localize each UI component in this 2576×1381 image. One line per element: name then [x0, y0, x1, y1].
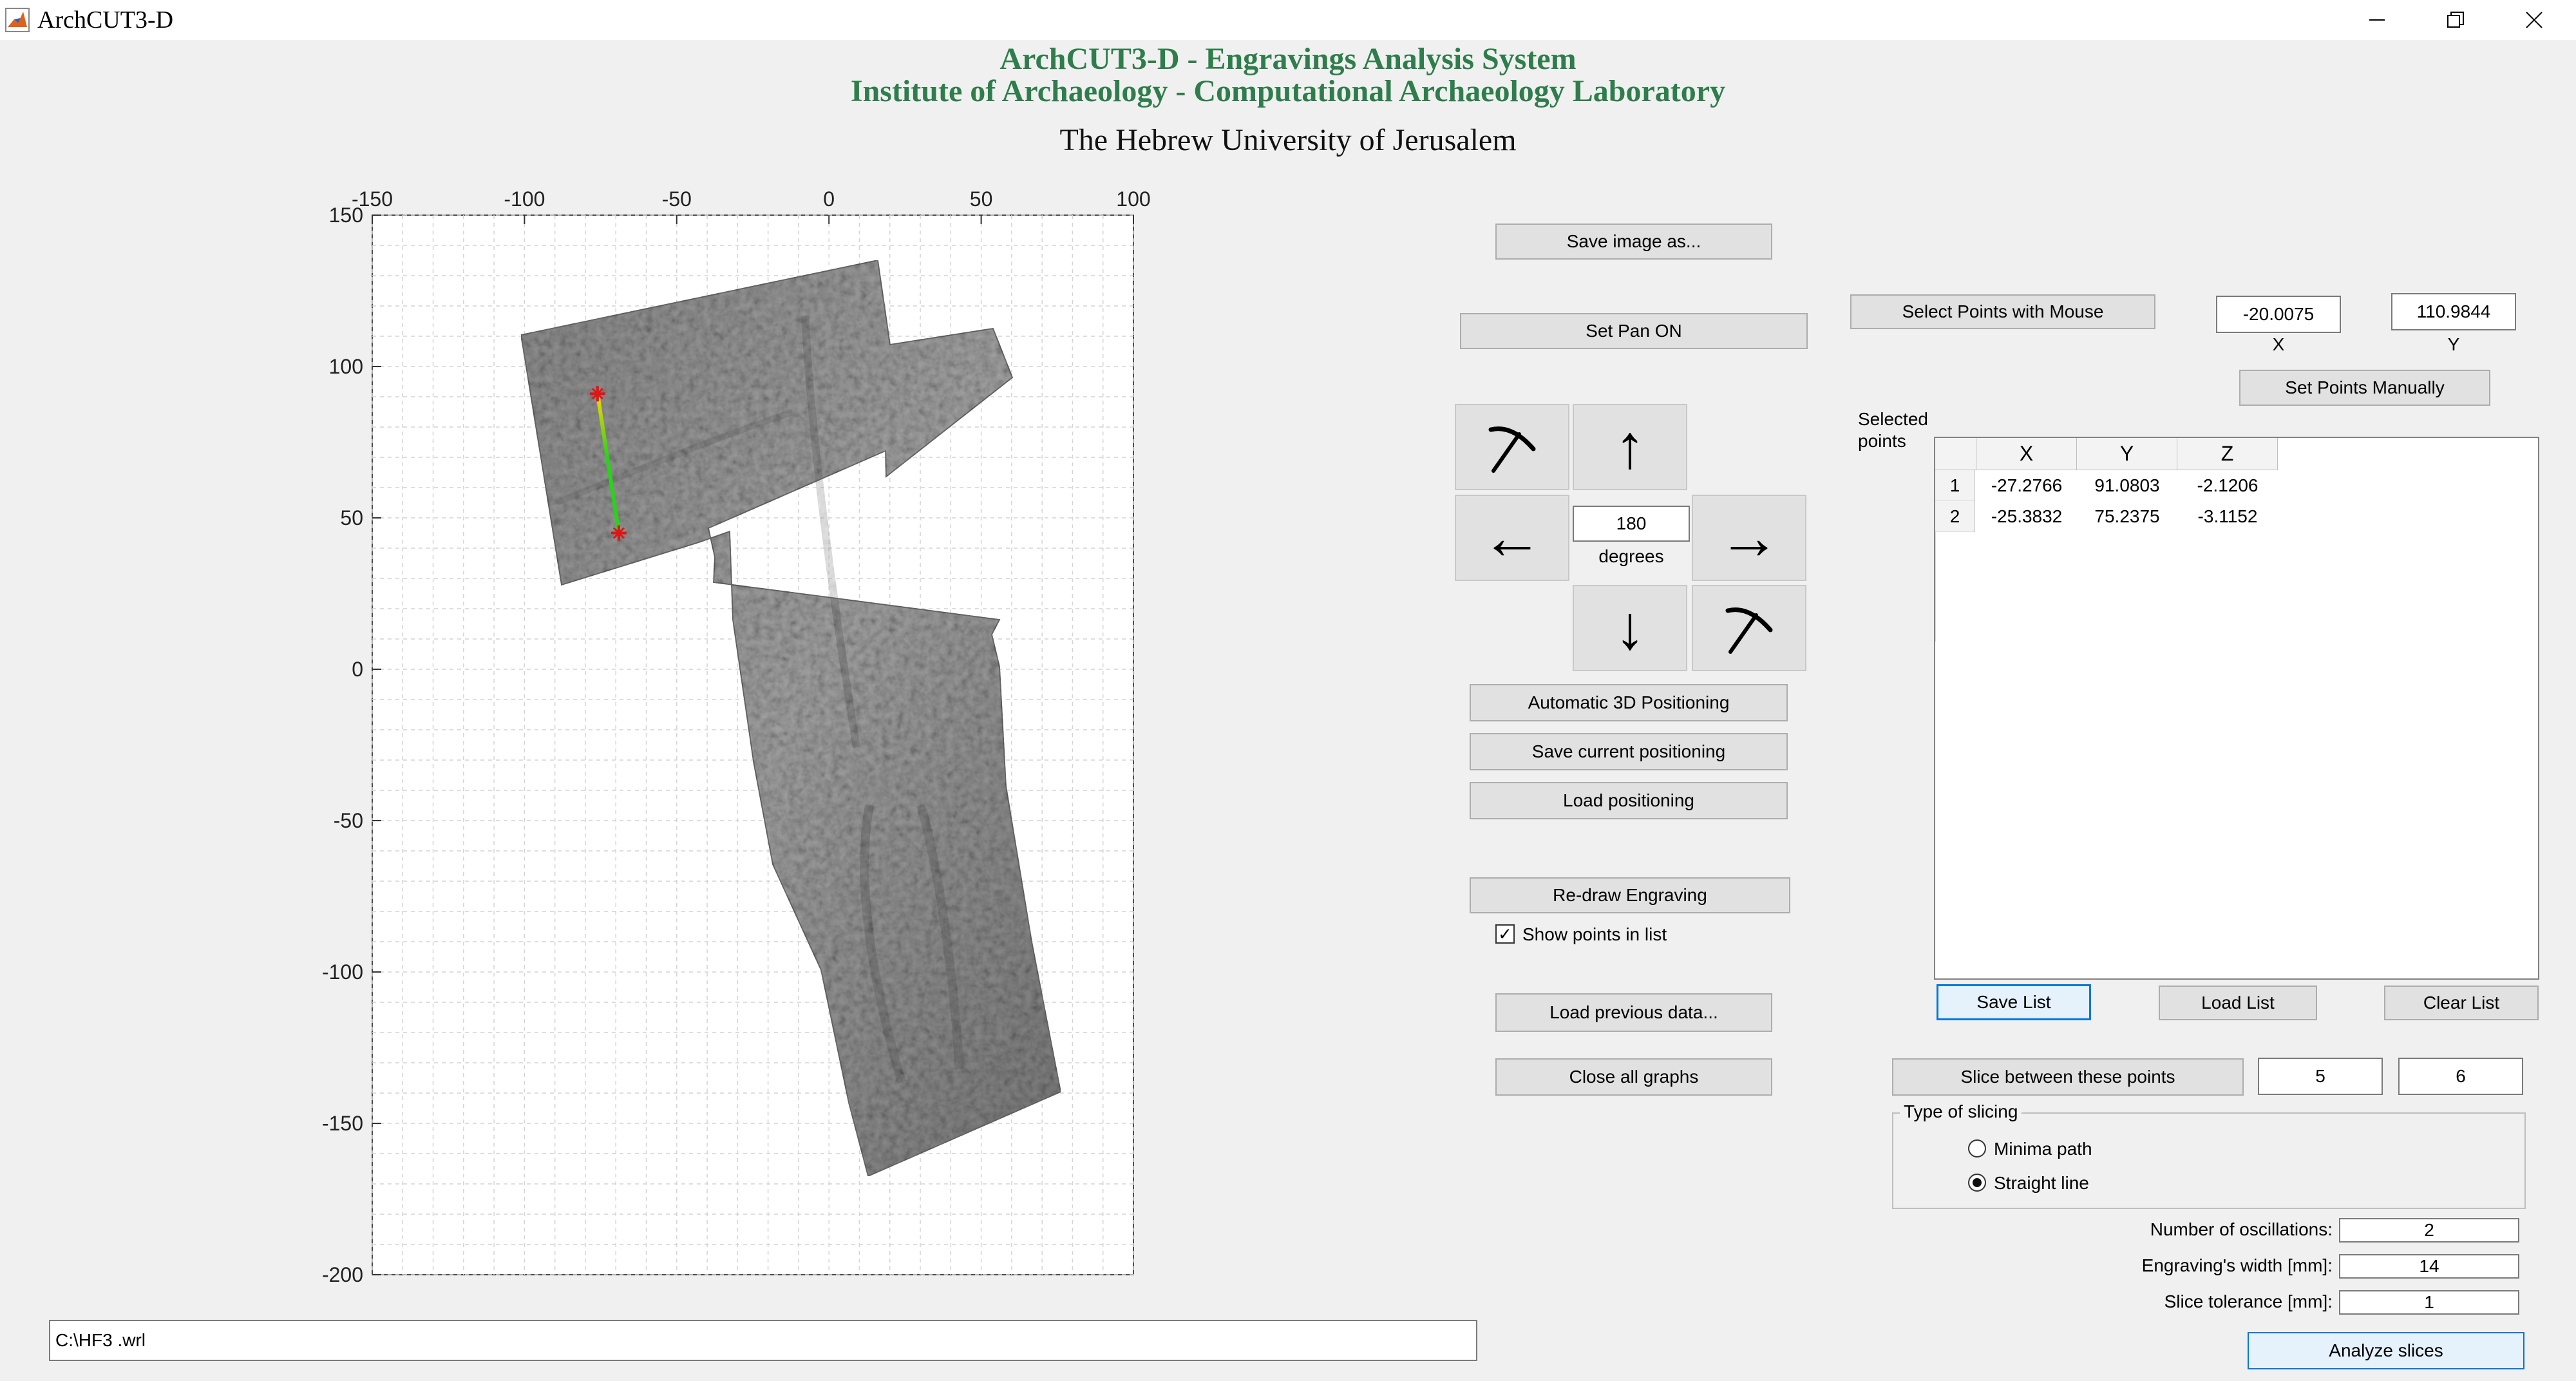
minimize-button[interactable] — [2338, 0, 2416, 40]
engraving-width-label: Engraving's width [mm]: — [2141, 1255, 2333, 1275]
engraving-width-input[interactable]: 14 — [2339, 1254, 2519, 1279]
degrees-label: degrees — [1598, 546, 1664, 566]
matlab-logo-icon — [5, 8, 30, 32]
x-tick-label: -50 — [662, 187, 692, 211]
table-corner — [1935, 438, 1976, 470]
save-image-button[interactable]: Save image as... — [1495, 224, 1772, 260]
slice-tolerance-label: Slice tolerance [mm]: — [2164, 1291, 2333, 1311]
x-tick-label: 0 — [823, 187, 835, 211]
move-up-button[interactable]: ↑ — [1573, 404, 1687, 490]
clear-list-button[interactable]: Clear List — [2384, 986, 2539, 1020]
minima-path-label: Minima path — [1994, 1139, 2092, 1159]
selected-points-table[interactable]: X Y Z 1 -27.2766 91.0803 -2.1206 2 -25.3… — [1934, 437, 2539, 980]
slicing-type-title: Type of slicing — [1900, 1103, 2022, 1121]
oscillations-label: Number of oscillations: — [2150, 1219, 2333, 1239]
straight-line-label: Straight line — [1994, 1173, 2089, 1193]
title-bar — [0, 0, 2576, 40]
minima-path-radio[interactable] — [1968, 1139, 1986, 1157]
file-path-field[interactable]: C:\HF3 .wrl — [49, 1320, 1477, 1361]
degrees-input[interactable]: 180 — [1573, 506, 1690, 542]
select-points-mouse-button[interactable]: Select Points with Mouse — [1850, 294, 2155, 329]
rotate-ccw-button[interactable] — [1455, 404, 1569, 490]
restore-button[interactable] — [2416, 0, 2495, 40]
slice-tolerance-input[interactable]: 1 — [2339, 1290, 2519, 1315]
y-tick-label: 50 — [340, 506, 363, 529]
x-tick-label: 50 — [970, 187, 993, 211]
minimize-icon — [2369, 19, 2385, 21]
table-cell[interactable]: 75.2375 — [2077, 501, 2177, 532]
table-cell[interactable]: 91.0803 — [2077, 470, 2177, 501]
analyze-slices-button[interactable]: Analyze slices — [2248, 1332, 2524, 1369]
close-button[interactable] — [2495, 0, 2573, 40]
pickaxe-icon — [1488, 426, 1536, 473]
rotate-cw-button[interactable] — [1692, 585, 1806, 671]
save-positioning-button[interactable]: Save current positioning — [1470, 733, 1788, 770]
slicing-type-group — [1892, 1112, 2526, 1209]
set-points-manually-button[interactable]: Set Points Manually — [2239, 370, 2490, 406]
restore-icon — [2447, 12, 2464, 28]
y-tick-label: 0 — [352, 658, 363, 681]
x-tick-label: 100 — [1116, 187, 1150, 211]
x-coordinate-label: X — [2272, 334, 2285, 354]
y-tick-label: -50 — [334, 809, 363, 832]
y-tick-label: -200 — [322, 1263, 363, 1286]
auto-3d-positioning-button[interactable]: Automatic 3D Positioning — [1470, 684, 1788, 721]
arrow-up-icon: ↑ — [1615, 412, 1645, 481]
move-right-button[interactable]: → — [1692, 495, 1806, 581]
y-tick-label: -150 — [322, 1112, 363, 1135]
table-cell[interactable]: -3.1152 — [2177, 501, 2278, 532]
institute-heading: Institute of Archaeology - Computational… — [850, 74, 1726, 108]
x-tick-label: -100 — [504, 187, 545, 211]
arrow-down-icon: ↓ — [1615, 593, 1645, 662]
slice-between-points-button[interactable]: Slice between these points — [1892, 1058, 2244, 1096]
column-header-x[interactable]: X — [1976, 438, 2077, 470]
show-points-checkbox[interactable]: ✓ — [1495, 924, 1515, 944]
window-title: ArchCUT3-D — [37, 6, 174, 33]
selected-points-label-2: points — [1858, 431, 1906, 451]
selected-points-label: Selected — [1858, 409, 1928, 429]
y-coordinate-label: Y — [2447, 334, 2460, 354]
y-coordinate-field[interactable]: 110.9844 — [2391, 293, 2516, 330]
arrow-right-icon: → — [1718, 503, 1780, 572]
slice-to-field[interactable]: 6 — [2398, 1058, 2523, 1095]
table-cell[interactable]: -27.2766 — [1976, 470, 2077, 501]
row-header-divider — [1935, 532, 1936, 642]
column-header-z[interactable]: Z — [2177, 438, 2278, 470]
straight-line-radio[interactable] — [1968, 1174, 1986, 1192]
app-heading: ArchCUT3-D - Engravings Analysis System — [999, 42, 1577, 76]
load-positioning-button[interactable]: Load positioning — [1470, 782, 1788, 819]
close-icon — [2526, 12, 2543, 28]
load-list-button[interactable]: Load List — [2159, 986, 2317, 1020]
set-pan-button[interactable]: Set Pan ON — [1460, 313, 1808, 349]
pickaxe-icon — [1725, 607, 1773, 654]
row-header[interactable]: 2 — [1935, 501, 1975, 532]
y-tick-label: -100 — [322, 960, 363, 984]
y-tick-label: 150 — [329, 204, 363, 227]
engraving-plot[interactable]: -150 -100 -50 0 50 100150100500-50-100-150-20… — [303, 167, 1166, 1295]
arrow-left-icon: ← — [1481, 503, 1543, 572]
close-all-graphs-button[interactable]: Close all graphs — [1495, 1058, 1772, 1096]
column-header-y[interactable]: Y — [2077, 438, 2177, 470]
university-heading: The Hebrew University of Jerusalem — [1059, 123, 1517, 157]
move-down-button[interactable]: ↓ — [1573, 585, 1687, 671]
checkmark-icon: ✓ — [1498, 924, 1512, 944]
show-points-label: Show points in list — [1522, 924, 1667, 944]
redraw-engraving-button[interactable]: Re-draw Engraving — [1470, 877, 1790, 913]
x-coordinate-field[interactable]: -20.0075 — [2216, 296, 2341, 333]
move-left-button[interactable]: ← — [1455, 495, 1569, 581]
oscillations-input[interactable]: 2 — [2339, 1218, 2519, 1243]
load-previous-data-button[interactable]: Load previous data... — [1495, 993, 1772, 1032]
row-header[interactable]: 1 — [1935, 470, 1975, 501]
y-tick-label: 100 — [329, 355, 363, 378]
table-cell[interactable]: -25.3832 — [1976, 501, 2077, 532]
save-list-button[interactable]: Save List — [1937, 984, 2091, 1020]
table-cell[interactable]: -2.1206 — [2177, 470, 2278, 501]
slice-from-field[interactable]: 5 — [2258, 1058, 2383, 1095]
